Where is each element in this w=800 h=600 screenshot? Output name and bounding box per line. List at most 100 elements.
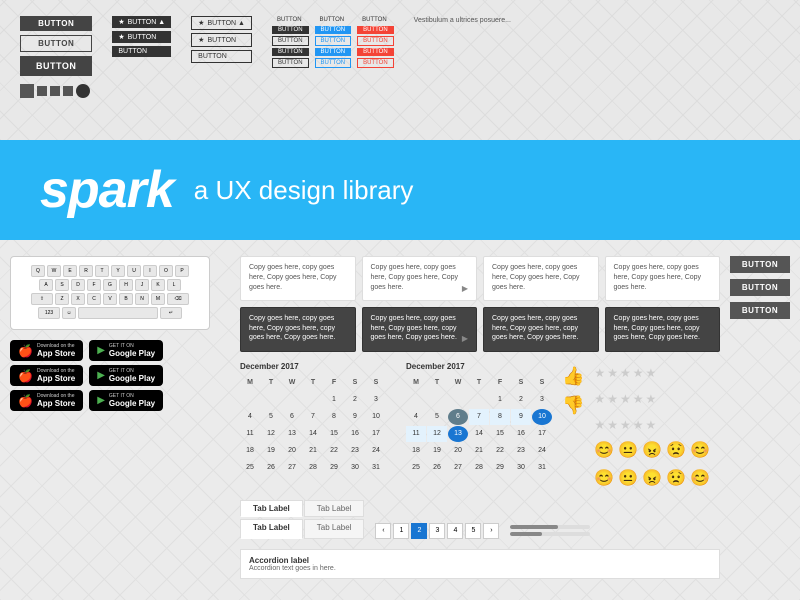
blue-outline-btn-1[interactable]: BUTTON	[315, 36, 352, 46]
app-store-badge-3[interactable]: 🍎 Download on the App Store	[10, 390, 83, 411]
outline-btn-2[interactable]: BUTTON	[272, 58, 309, 68]
red-outline-btn-1[interactable]: BUTTON	[357, 36, 394, 46]
emoji-angry-2[interactable]: 😠	[642, 468, 662, 488]
blue-btn-2[interactable]: BUTTON	[315, 48, 352, 56]
page-3[interactable]: 3	[429, 523, 445, 539]
star2-2[interactable]: ★	[607, 392, 618, 406]
key-o[interactable]: O	[159, 265, 173, 277]
tab-1[interactable]: Tab Label	[240, 500, 303, 517]
cal2-11[interactable]: 11	[406, 426, 426, 442]
cal-day-8[interactable]: 8	[324, 409, 344, 425]
cal-day-17[interactable]: 17	[366, 426, 386, 442]
cal-day-7[interactable]: 7	[303, 409, 323, 425]
icon-button-star-top[interactable]: ★ BUTTON ▲	[112, 16, 171, 28]
key-q[interactable]: Q	[31, 265, 45, 277]
google-play-badge-1[interactable]: ▶ GET IT ON Google Play	[89, 340, 163, 361]
red-btn-2[interactable]: BUTTON	[357, 48, 394, 56]
cal2-2[interactable]: 2	[511, 392, 531, 408]
app-store-badge-2[interactable]: 🍎 Download on the App Store	[10, 365, 83, 386]
emoji-happy-1[interactable]: 😊	[594, 440, 614, 460]
key-n[interactable]: N	[135, 293, 149, 305]
key-x[interactable]: X	[71, 293, 85, 305]
key-shift[interactable]: ⇧	[31, 293, 53, 305]
page-1[interactable]: 1	[393, 523, 409, 539]
star2-4[interactable]: ★	[633, 392, 644, 406]
tab-3[interactable]: Tab Label	[240, 519, 303, 539]
dark-btn-1[interactable]: BUTTON	[272, 26, 309, 34]
cal2-16[interactable]: 16	[511, 426, 531, 442]
cal-day-6[interactable]: 6	[282, 409, 302, 425]
key-k[interactable]: K	[151, 279, 165, 291]
cal2-18[interactable]: 18	[406, 443, 426, 459]
preview-button-1[interactable]: BUTTON	[20, 16, 92, 31]
page-5[interactable]: 5	[465, 523, 481, 539]
cal2-13-end[interactable]: 13	[448, 426, 468, 442]
cal2-17[interactable]: 17	[532, 426, 552, 442]
key-m[interactable]: M	[151, 293, 165, 305]
emoji-happy-2[interactable]: 😊	[594, 468, 614, 488]
cal2-9[interactable]: 9	[511, 409, 531, 425]
emoji-neutral-1[interactable]: 😐	[618, 440, 638, 460]
page-4[interactable]: 4	[447, 523, 463, 539]
outline-icon-button-3[interactable]: BUTTON	[191, 50, 252, 63]
key-i[interactable]: I	[143, 265, 157, 277]
cal-day-30[interactable]: 30	[345, 460, 365, 476]
key-l[interactable]: L	[167, 279, 181, 291]
preview-button-2[interactable]: BUTTON	[20, 35, 92, 52]
emoji-very-happy-1[interactable]: 😊	[690, 440, 710, 460]
thumbs-up-icon[interactable]: 👍	[562, 366, 584, 387]
cal-day-3[interactable]: 3	[366, 392, 386, 408]
cal-day-2[interactable]: 2	[345, 392, 365, 408]
key-d[interactable]: D	[71, 279, 85, 291]
key-return[interactable]: ↵	[160, 307, 182, 319]
key-c[interactable]: C	[87, 293, 101, 305]
key-u[interactable]: U	[127, 265, 141, 277]
dark-btn-2[interactable]: BUTTON	[272, 48, 309, 56]
key-space[interactable]	[78, 307, 158, 319]
cal-day-10[interactable]: 10	[366, 409, 386, 425]
blue-btn-1[interactable]: BUTTON	[315, 26, 352, 34]
cal-day-25[interactable]: 25	[240, 460, 260, 476]
key-t[interactable]: T	[95, 265, 109, 277]
key-e[interactable]: E	[63, 265, 77, 277]
emoji-neutral-2[interactable]: 😐	[618, 468, 638, 488]
cal2-27[interactable]: 27	[448, 460, 468, 476]
star-4[interactable]: ★	[633, 366, 644, 380]
key-123[interactable]: 123	[38, 307, 60, 319]
cal2-22[interactable]: 22	[490, 443, 510, 459]
red-outline-btn-2[interactable]: BUTTON	[357, 58, 394, 68]
key-v[interactable]: V	[103, 293, 117, 305]
blue-outline-btn-2[interactable]: BUTTON	[315, 58, 352, 68]
page-prev[interactable]: ‹	[375, 523, 391, 539]
outline-icon-button-2[interactable]: ★ BUTTON	[191, 33, 252, 47]
icon-button-star-left[interactable]: ★ BUTTON	[112, 31, 171, 43]
cal-day-13[interactable]: 13	[282, 426, 302, 442]
star3-5[interactable]: ★	[645, 418, 656, 432]
cal2-28[interactable]: 28	[469, 460, 489, 476]
cal2-6-today[interactable]: 6	[448, 409, 468, 425]
key-h[interactable]: H	[119, 279, 133, 291]
cal-day-16[interactable]: 16	[345, 426, 365, 442]
star2-5[interactable]: ★	[645, 392, 656, 406]
cal-day-5[interactable]: 5	[261, 409, 281, 425]
key-s[interactable]: S	[55, 279, 69, 291]
red-btn-1[interactable]: BUTTON	[357, 26, 394, 34]
cal2-30[interactable]: 30	[511, 460, 531, 476]
emoji-very-happy-2[interactable]: 😊	[690, 468, 710, 488]
cal2-3[interactable]: 3	[532, 392, 552, 408]
key-emoji[interactable]: ☺	[62, 307, 76, 319]
cal-day-31[interactable]: 31	[366, 460, 386, 476]
cal-day-20[interactable]: 20	[282, 443, 302, 459]
star-2[interactable]: ★	[607, 366, 618, 380]
google-play-badge-3[interactable]: ▶ GET IT ON Google Play	[89, 390, 163, 411]
cal2-20[interactable]: 20	[448, 443, 468, 459]
key-y[interactable]: Y	[111, 265, 125, 277]
cal-day-24[interactable]: 24	[366, 443, 386, 459]
cal2-31[interactable]: 31	[532, 460, 552, 476]
outline-btn-1[interactable]: BUTTON	[272, 36, 309, 46]
cal-day-14[interactable]: 14	[303, 426, 323, 442]
cal2-15[interactable]: 15	[490, 426, 510, 442]
tab-2[interactable]: Tab Label	[304, 500, 365, 517]
cal2-10[interactable]: 10	[532, 409, 552, 425]
app-store-badge-1[interactable]: 🍎 Download on the App Store	[10, 340, 83, 361]
